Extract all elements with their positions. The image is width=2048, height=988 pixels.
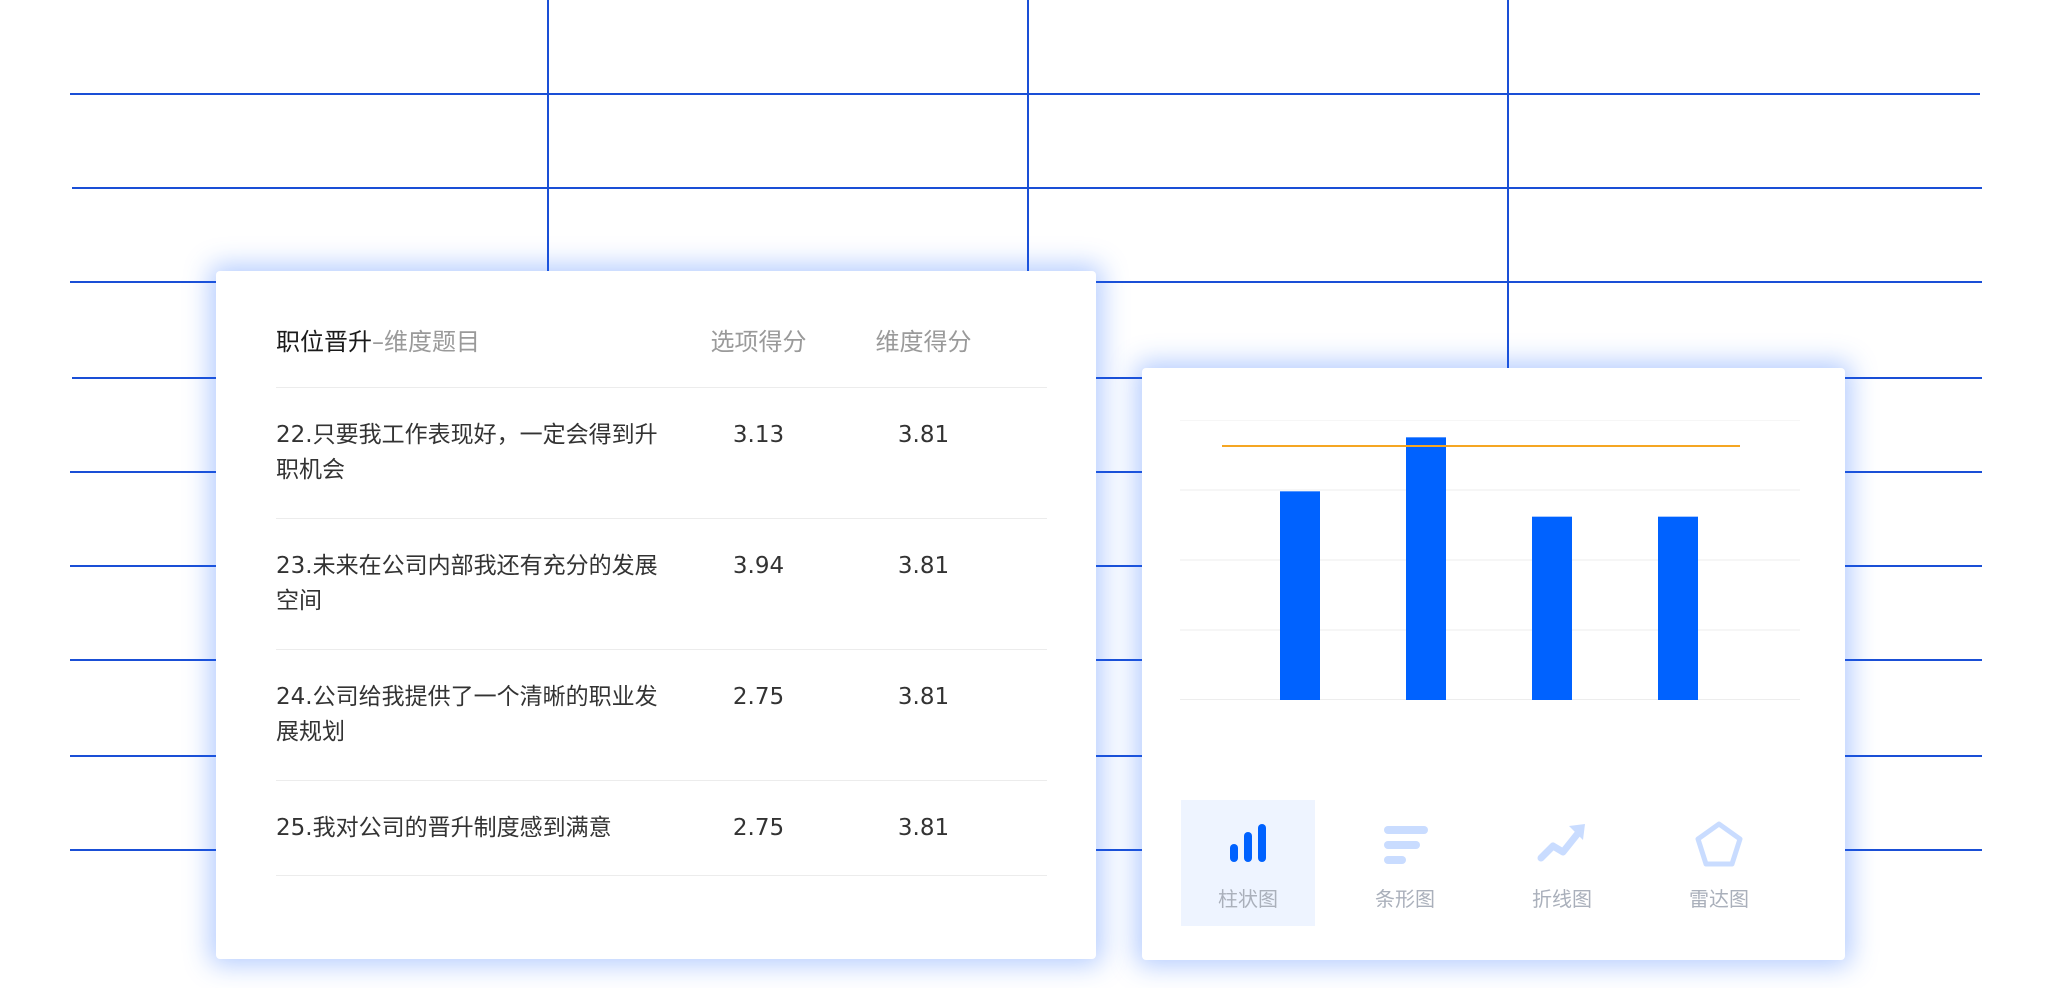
dimension-score: 3.81 [897,553,950,579]
dimension-score: 3.81 [897,684,950,710]
tab-label: 折线图 [1532,887,1592,911]
table-title-main: 职位晋升 [276,328,372,356]
table-title: 职位晋升–维度题目 [276,326,676,358]
horizontal-bar-chart-icon [1384,826,1428,864]
bar-chart-icon [1230,824,1266,862]
dimension-score: 3.81 [897,422,950,448]
bar-25[interactable] [1658,516,1698,700]
table-title-sub: –维度题目 [372,328,480,356]
tab-bar-chart[interactable]: 柱状图 [1181,800,1315,926]
table-row: 22.只要我工作表现好，一定会得到升职机会 3.13 3.81 [276,388,1047,519]
question-text: 25.我对公司的晋升制度感到满意 [276,815,612,841]
line-chart-icon [1537,824,1585,862]
dimension-table-card: 职位晋升–维度题目 选项得分 维度得分 22.只要我工作表现好，一定会得到升职机… [216,271,1096,959]
table-row: 24.公司给我提供了一个清晰的职业发展规划 2.75 3.81 [276,650,1047,781]
chart-type-tabs: 柱状图 条形图 折线图 雷达图 [1181,800,1805,926]
tab-label: 条形图 [1375,887,1435,911]
option-score: 2.75 [732,684,785,710]
question-text: 23.未来在公司内部我还有充分的发展空间 [276,553,658,614]
header-option-score: 选项得分 [710,328,807,356]
question-text: 22.只要我工作表现好，一定会得到升职机会 [276,422,658,483]
tab-horizontal-bar-chart[interactable]: 条形图 [1338,800,1472,926]
table-row: 23.未来在公司内部我还有充分的发展空间 3.94 3.81 [276,519,1047,650]
option-score: 2.75 [732,815,785,841]
bar-chart-svg [1180,420,1800,700]
dimension-table: 职位晋升–维度题目 选项得分 维度得分 22.只要我工作表现好，一定会得到升职机… [276,271,1047,876]
tab-label: 柱状图 [1218,887,1278,911]
option-score: 3.94 [732,553,785,579]
bar-22[interactable] [1280,491,1320,700]
tab-radar-chart[interactable]: 雷达图 [1652,800,1786,926]
question-text: 24.公司给我提供了一个清晰的职业发展规划 [276,684,658,745]
radar-chart-icon [1695,821,1743,867]
bar-23[interactable] [1406,437,1446,700]
option-score: 3.13 [732,422,785,448]
bar-chart [1180,420,1800,700]
tab-line-chart[interactable]: 折线图 [1495,800,1629,926]
chart-card: 柱状图 条形图 折线图 雷达图 [1142,368,1845,960]
table-header: 职位晋升–维度题目 选项得分 维度得分 [276,271,1047,388]
table-row: 25.我对公司的晋升制度感到满意 2.75 3.81 [276,781,1047,876]
tab-label: 雷达图 [1689,887,1749,911]
bar-24[interactable] [1532,516,1572,700]
dimension-score: 3.81 [897,815,950,841]
header-dimension-score: 维度得分 [875,328,972,356]
